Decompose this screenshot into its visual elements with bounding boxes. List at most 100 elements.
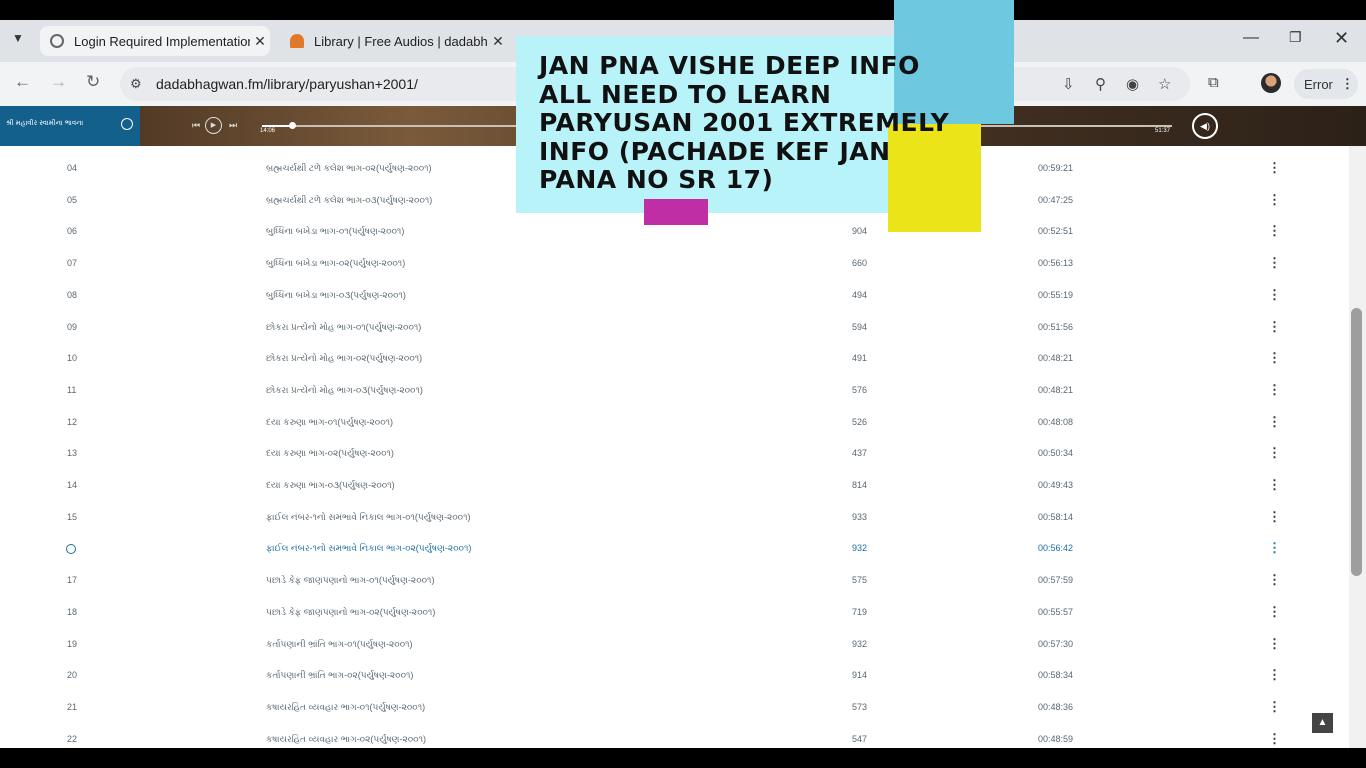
- more-options-icon[interactable]: ⋮: [1268, 667, 1281, 683]
- track-title[interactable]: છોકરા પ્રત્યેનો મોહ ભાગ-૦૧(પર્યુષણ-૨૦૦૧): [266, 322, 421, 333]
- forward-icon[interactable]: →: [50, 72, 67, 92]
- track-title[interactable]: દયા કરુણા ભાગ-૦૨(પર્યુષણ-૨૦૦૧): [266, 448, 394, 459]
- total-duration: 51:37: [1155, 128, 1171, 134]
- more-options-icon[interactable]: ⋮: [1268, 477, 1281, 493]
- track-title[interactable]: પછાડે કેફ જાણપણાનો ભાગ-૦૨(પર્યુષણ-૨૦૦૧): [266, 607, 435, 618]
- tab-login-required[interactable]: Login Required Implementation ✕: [40, 26, 270, 56]
- track-number: 14: [67, 480, 78, 490]
- track-plays: 932: [852, 543, 868, 554]
- track-row[interactable]: 09 છોકરા પ્રત્યેનો મોહ ભાગ-૦૧(પર્યુષણ-૨૦૦…: [0, 312, 1349, 344]
- track-title[interactable]: કર્તાપણાની ભ્રાંતિ ભાગ-૦૨(પર્યુષણ-૨૦૦૧): [266, 670, 413, 681]
- error-label: Error: [1304, 76, 1333, 92]
- more-options-icon[interactable]: ⋮: [1268, 731, 1281, 747]
- track-title[interactable]: કર્તાપણાની ભ્રાંતિ ભાગ-૦૧(પર્યુષણ-૨૦૦૧): [266, 639, 413, 650]
- more-options-icon[interactable]: ⋮: [1268, 255, 1281, 271]
- close-icon[interactable]: ✕: [488, 33, 508, 50]
- track-title[interactable]: દયા કરુણા ભાગ-૦૧(પર્યુષણ-૨૦૦૧): [266, 417, 393, 428]
- minimize-icon[interactable]: —: [1243, 29, 1259, 47]
- track-row[interactable]: 22 કષાયરહિત વ્યવહાર ભાગ-૦૨(પર્યુષણ-૨૦૦૧) 5…: [0, 724, 1349, 748]
- track-row[interactable]: 15 ફાઈલ નંબર-૧નો સમભાવે નિકાલ ભાગ-૦૧(પર્ય…: [0, 502, 1349, 534]
- track-row[interactable]: 14 દયા કરુણા ભાગ-૦૩(પર્યુષણ-૨૦૦૧) 814 00:49…: [0, 470, 1349, 502]
- progress-fill: [262, 125, 293, 127]
- track-row[interactable]: 11 છોકરા પ્રત્યેનો મોહ ભાગ-૦૩(પર્યુષણ-૨૦૦…: [0, 375, 1349, 407]
- track-title[interactable]: ફાઈલ નંબર-૧નો સમભાવે નિકાલ ભાગ-૦૨(પર્યુષ…: [266, 543, 471, 554]
- star-icon[interactable]: ☆: [1158, 75, 1171, 93]
- elapsed-time: 14:06: [260, 128, 276, 134]
- site-info-icon[interactable]: ⚙: [130, 76, 142, 92]
- more-options-icon[interactable]: ⋮: [1268, 350, 1281, 366]
- scrollbar-thumb[interactable]: [1351, 308, 1362, 576]
- more-options-icon[interactable]: ⋮: [1268, 636, 1281, 652]
- more-options-icon[interactable]: ⋮: [1268, 540, 1281, 556]
- track-row[interactable]: 19 કર્તાપણાની ભ્રાંતિ ભાગ-૦૧(પર્યુષણ-૨૦૦૧…: [0, 629, 1349, 661]
- track-list: 04 બ્રહ્મચર્યથી ટળે કલેશ ભાગ-૦૨(પર્યુષણ-૨…: [0, 146, 1349, 748]
- more-options-icon[interactable]: ⋮: [1268, 414, 1281, 430]
- track-row[interactable]: 08 બુધ્ધિના બખેડા ભાગ-૦૩(પર્યુષણ-૨૦૦૧) 494…: [0, 280, 1349, 312]
- track-duration: 00:52:51: [1038, 226, 1074, 237]
- close-icon[interactable]: ✕: [250, 33, 270, 50]
- install-app-icon[interactable]: ⇩: [1062, 75, 1075, 93]
- window-close-icon[interactable]: ✕: [1334, 28, 1349, 49]
- info-icon[interactable]: [121, 118, 133, 130]
- track-row[interactable]: 17 પછાડે કેફ જાણપણાનો ભાગ-૦૧(પર્યુષણ-૨૦૦૧…: [0, 565, 1349, 597]
- track-title[interactable]: બ્રહ્મચર્યથી ટળે કલેશ ભાગ-૦૩(પર્યુષણ-૨૦૦…: [266, 195, 432, 206]
- error-chip[interactable]: Error ⋮: [1294, 69, 1358, 99]
- progress-handle[interactable]: [289, 122, 297, 129]
- more-options-icon[interactable]: ⋮: [1268, 382, 1281, 398]
- track-plays: 914: [852, 670, 868, 681]
- track-row[interactable]: 12 દયા કરુણા ભાગ-૦૧(પર્યુષણ-૨૦૦૧) 526 00:48…: [0, 407, 1349, 439]
- track-number: 13: [67, 448, 78, 459]
- more-options-icon[interactable]: ⋮: [1268, 572, 1281, 588]
- more-options-icon[interactable]: ⋮: [1268, 223, 1281, 239]
- avatar[interactable]: [1261, 73, 1281, 93]
- track-number: 10: [67, 353, 78, 364]
- previous-icon[interactable]: ⏮: [192, 120, 200, 131]
- play-button[interactable]: ▶: [205, 117, 222, 134]
- scrollbar[interactable]: [1349, 146, 1366, 748]
- track-row[interactable]: 20 કર્તાપણાની ભ્રાંતિ ભાગ-૦૨(પર્યુષણ-૨૦૦૧…: [0, 660, 1349, 692]
- track-row[interactable]: 07 બુધ્ધિના બખેડા ભાગ-૦૨(પર્યુષણ-૨૦૦૧) 660…: [0, 248, 1349, 280]
- reload-icon[interactable]: ↻: [86, 72, 100, 92]
- track-row[interactable]: 13 દયા કરુણા ભાગ-૦૨(પર્યુષણ-૨૦૦૧) 437 00:50…: [0, 438, 1349, 470]
- more-options-icon[interactable]: ⋮: [1268, 160, 1281, 176]
- back-icon[interactable]: ←: [14, 72, 31, 92]
- track-title[interactable]: દયા કરુણા ભાગ-૦૩(પર્યુષણ-૨૦૦૧): [266, 480, 395, 491]
- track-row[interactable]: 10 છોકરા પ્રત્યેનો મોહ ભાગ-૦૨(પર્યુષણ-૨૦૦…: [0, 343, 1349, 375]
- tab-library[interactable]: Library | Free Audios | dadabhagwan ✕: [280, 26, 508, 56]
- extensions-icon[interactable]: ⧉: [1208, 74, 1219, 91]
- track-title[interactable]: કષાયરહિત વ્યવહાર ભાગ-૦૧(પર્યુષણ-૨૦૦૧): [266, 702, 425, 713]
- track-plays: 494: [852, 289, 868, 300]
- track-row[interactable]: 16 ફાઈલ નંબર-૧નો સમભાવે નિકાલ ભાગ-૦૨(પર્ય…: [0, 533, 1349, 565]
- next-icon[interactable]: ⏭: [229, 120, 237, 131]
- volume-icon[interactable]: ◀): [1192, 113, 1218, 139]
- track-title[interactable]: કષાયરહિત વ્યવહાર ભાગ-૦૨(પર્યુષણ-૨૦૦૧): [266, 734, 426, 745]
- globe-icon: [50, 34, 64, 48]
- more-options-icon[interactable]: ⋮: [1268, 319, 1281, 335]
- track-duration: 00:57:30: [1038, 638, 1074, 649]
- track-title[interactable]: બુધ્ધિના બખેડા ભાગ-૦૧(પર્યુષણ-૨૦૦૧): [266, 226, 404, 237]
- eye-off-icon[interactable]: ◉: [1126, 75, 1139, 93]
- track-row[interactable]: 21 કષાયરહિત વ્યવહાર ભાગ-૦૧(પર્યુષણ-૨૦૦૧) 5…: [0, 692, 1349, 724]
- track-title[interactable]: ફાઈલ નંબર-૧નો સમભાવે નિકાલ ભાગ-૦૧(પર્યુષ…: [266, 512, 471, 523]
- track-title[interactable]: છોકરા પ્રત્યેનો મોહ ભાગ-૦૨(પર્યુષણ-૨૦૦૧): [266, 353, 422, 364]
- tab-search-chevron-icon[interactable]: ▼: [12, 31, 24, 45]
- more-options-icon[interactable]: ⋮: [1268, 699, 1281, 715]
- track-row[interactable]: 18 પછાડે કેફ જાણપણાનો ભાગ-૦૨(પર્યુષણ-૨૦૦૧…: [0, 597, 1349, 629]
- track-title[interactable]: બુધ્ધિના બખેડા ભાગ-૦૩(પર્યુષણ-૨૦૦૧): [266, 290, 406, 301]
- track-title[interactable]: બ્રહ્મચર્યથી ટળે કલેશ ભાગ-૦૨(પર્યુષણ-૨૦૦…: [266, 163, 432, 174]
- track-duration: 00:58:34: [1038, 670, 1074, 681]
- track-plays: 719: [852, 606, 868, 617]
- more-options-icon[interactable]: ⋮: [1268, 604, 1281, 620]
- track-title[interactable]: પછાડે કેફ જાણપણાનો ભાગ-૦૧(પર્યુષણ-૨૦૦૧): [266, 575, 434, 586]
- track-title[interactable]: છોકરા પ્રત્યેનો મોહ ભાગ-૦૩(પર્યુષણ-૨૦૦૧): [266, 385, 423, 396]
- track-title[interactable]: બુધ્ધિના બખેડા ભાગ-૦૨(પર્યુષણ-૨૦૦૧): [266, 258, 405, 269]
- track-plays: 660: [852, 258, 868, 269]
- restore-icon[interactable]: ❐: [1289, 29, 1302, 46]
- back-to-top-button[interactable]: ▲: [1312, 713, 1333, 733]
- more-options-icon[interactable]: ⋮: [1268, 192, 1281, 208]
- more-options-icon[interactable]: ⋮: [1268, 287, 1281, 303]
- zoom-icon[interactable]: ⚲: [1095, 75, 1106, 93]
- track-duration: 00:55:57: [1038, 606, 1074, 617]
- more-options-icon[interactable]: ⋮: [1268, 509, 1281, 525]
- more-options-icon[interactable]: ⋮: [1268, 445, 1281, 461]
